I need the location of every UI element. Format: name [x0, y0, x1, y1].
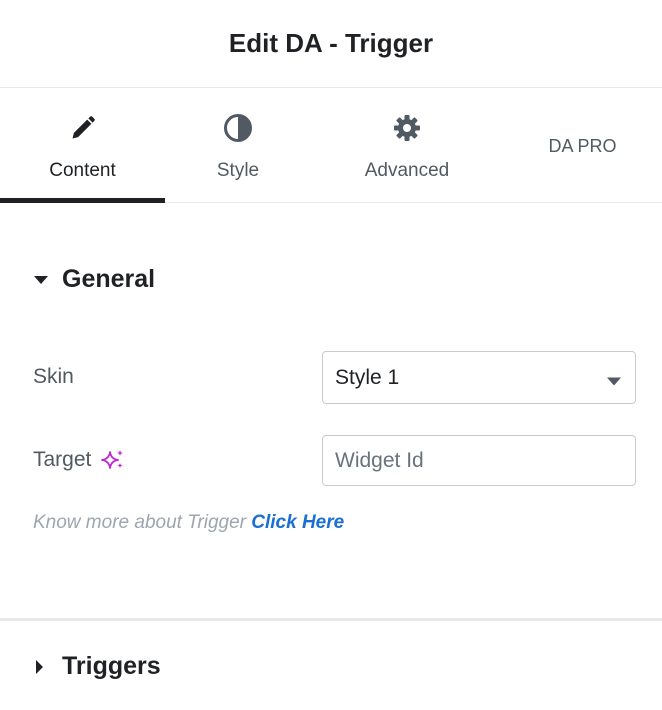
help-text: Know more about Trigger Click Here: [33, 512, 344, 534]
tab-style[interactable]: Style: [165, 88, 311, 203]
pencil-icon: [67, 112, 99, 144]
help-text-body: Know more about Trigger: [33, 512, 252, 533]
section-triggers-toggle[interactable]: Triggers: [34, 652, 161, 681]
tab-label: Advanced: [364, 160, 450, 181]
skin-label: Skin: [33, 365, 74, 388]
tab-da-pro[interactable]: DA PRO: [503, 88, 662, 203]
tab-label: Style: [216, 160, 260, 181]
click-here-link[interactable]: Click Here: [251, 512, 344, 533]
tab-content[interactable]: Content: [0, 88, 165, 203]
tab-label: Content: [49, 160, 116, 181]
target-label: Target: [33, 448, 92, 471]
skin-select[interactable]: Style 1: [322, 351, 636, 404]
target-input[interactable]: [322, 435, 636, 486]
panel-title: Edit DA - Trigger: [228, 28, 434, 58]
section-divider: [0, 618, 662, 621]
target-label-row: Target: [33, 448, 125, 472]
caret-down-icon: [34, 275, 50, 285]
tab-advanced[interactable]: Advanced: [311, 88, 503, 203]
section-general-toggle[interactable]: General: [34, 265, 155, 294]
tab-label: DA PRO: [548, 136, 617, 156]
section-title: Triggers: [62, 652, 161, 680]
panel-tabs: Content Style Advanced DA PRO: [0, 88, 662, 203]
skin-select-value: Style 1: [335, 365, 400, 389]
section-title: General: [62, 265, 156, 293]
panel-header: Edit DA - Trigger: [0, 0, 662, 88]
gear-icon: [391, 112, 423, 144]
caret-down-icon: [607, 373, 621, 391]
caret-right-icon: [34, 659, 50, 674]
half-circle-icon: [222, 112, 254, 144]
ai-sparkle-icon[interactable]: [101, 448, 125, 472]
